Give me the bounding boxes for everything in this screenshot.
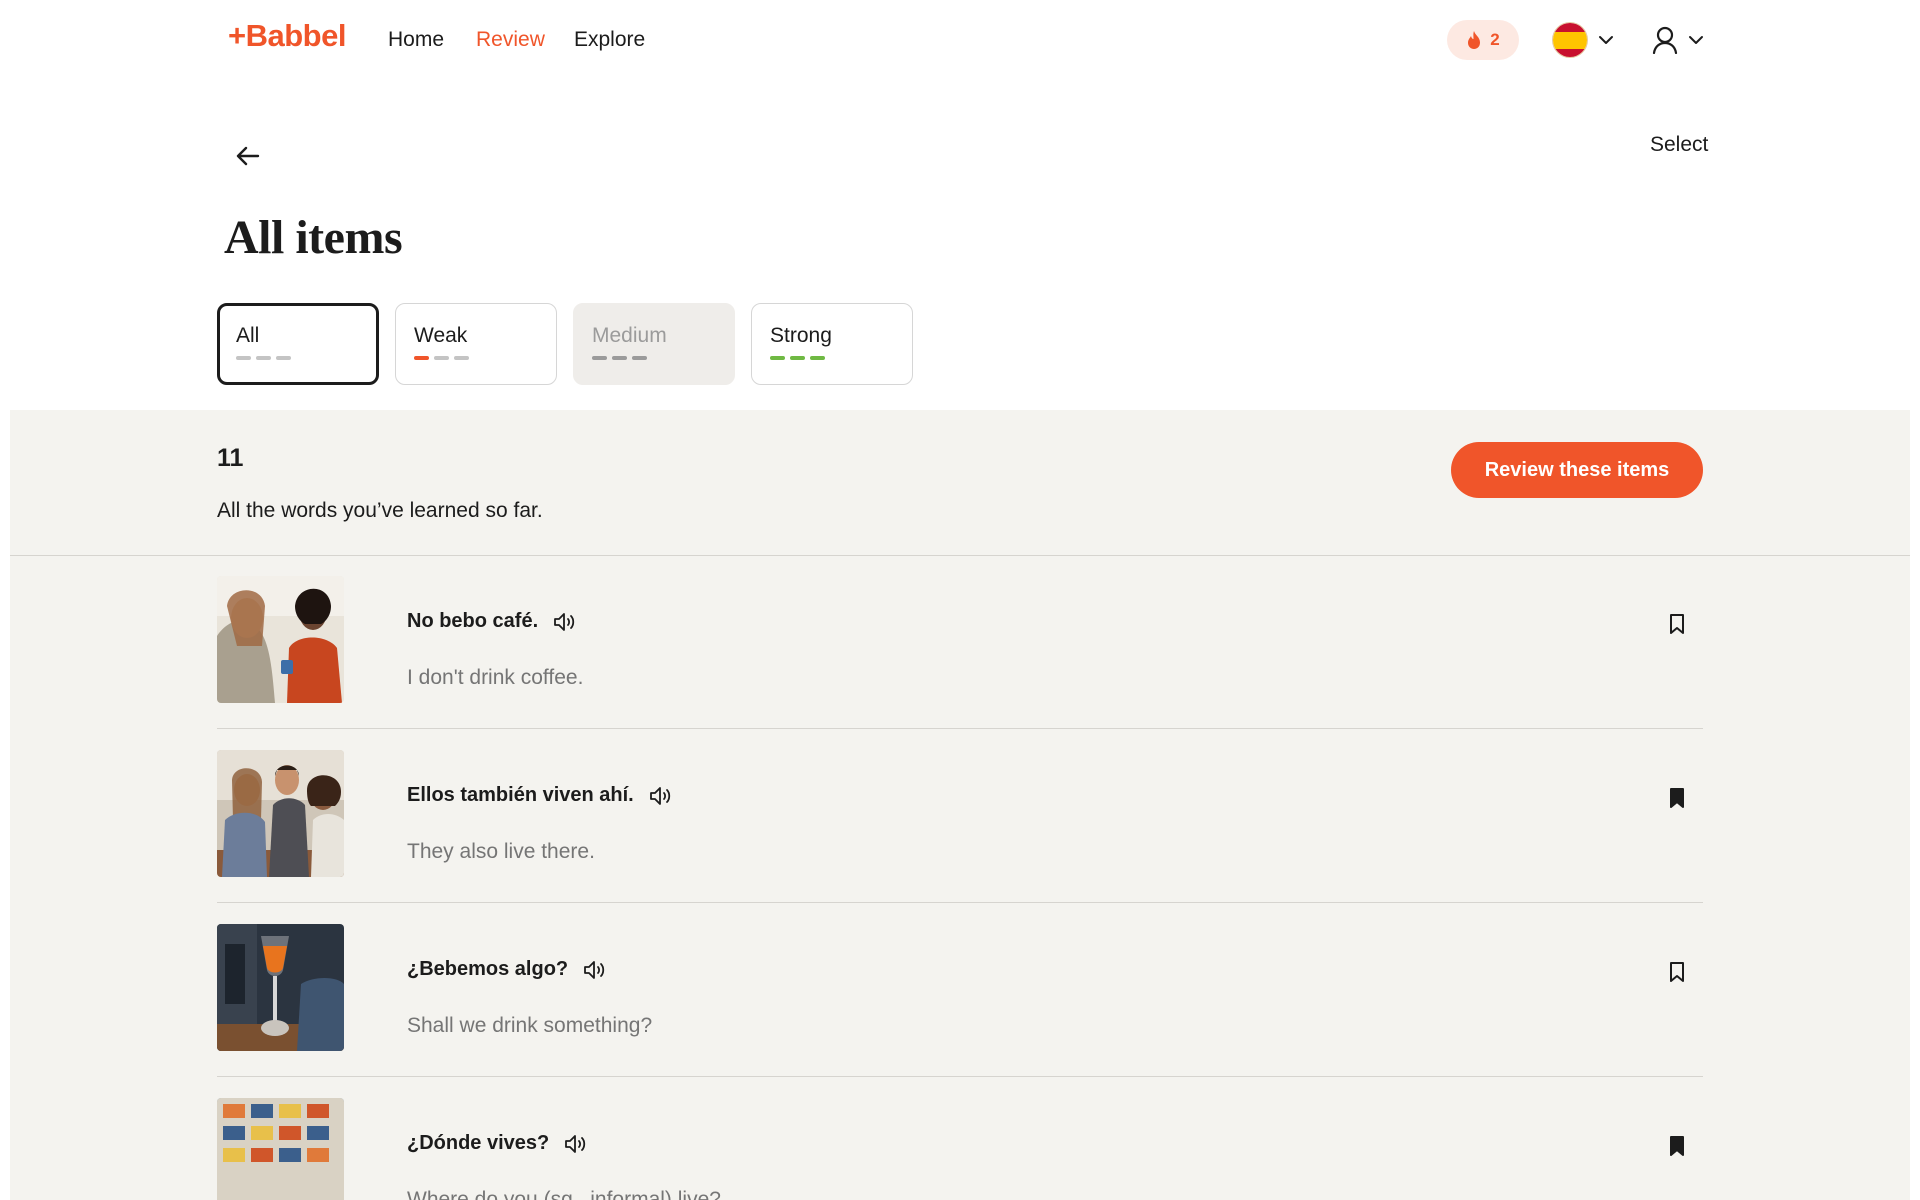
spain-flag-icon [1552,22,1588,58]
filter-label: Medium [592,324,667,347]
strength-indicator [414,356,556,360]
nav-explore[interactable]: Explore [574,28,645,52]
item-image [217,576,344,703]
streak-badge[interactable]: 2 [1447,20,1519,60]
filter-label: Weak [414,324,468,347]
filter-label: Strong [770,324,832,347]
item-image [217,750,344,877]
bookmark-filled-icon [1670,788,1684,808]
bookmark-button[interactable] [1665,958,1689,986]
item-image [217,924,344,1051]
bookmark-button[interactable] [1665,1132,1689,1160]
item-translation: They also live there. [407,840,595,863]
item-phrase: No bebo café. [407,610,578,633]
item-translation: Where do you (sg., informal) live? [407,1188,721,1200]
item-phrase: ¿Bebemos algo? [407,958,608,981]
items-description: All the words you’ve learned so far. [217,499,543,522]
phrase-text: ¿Bebemos algo? [407,958,569,980]
filter-label: All [236,324,260,347]
user-menu[interactable] [1652,20,1704,60]
bookmark-filled-icon [1670,1136,1684,1156]
strength-filter-group: All Weak Medium Strong [217,303,913,385]
chevron-down-icon [1599,36,1613,44]
page-title: All items [224,211,403,264]
filter-strong[interactable]: Strong [751,303,913,385]
user-icon [1652,26,1678,54]
phrase-text: No bebo café. [407,610,539,632]
phrase-text: ¿Dónde vives? [407,1132,550,1154]
divider [217,902,1703,903]
bookmark-outline-icon [1670,614,1684,634]
list-item: ¿Bebemos algo? Shall we drink something? [217,904,1703,1078]
list-item: No bebo café. I don't drink coffee. [217,556,1703,730]
item-translation: I don't drink coffee. [407,666,584,689]
flame-icon [1468,31,1481,49]
strength-indicator [592,356,734,360]
speaker-icon[interactable] [648,785,674,807]
item-image [217,1098,344,1200]
bookmark-button[interactable] [1665,784,1689,812]
bookmark-button[interactable] [1665,610,1689,638]
bookmark-outline-icon [1670,962,1684,982]
divider [217,1076,1703,1077]
back-button[interactable] [232,140,264,172]
arrow-left-icon [236,146,260,166]
filter-all[interactable]: All [217,303,379,385]
item-count: 11 [217,444,244,472]
filter-medium: Medium [573,303,735,385]
divider [217,728,1703,729]
strength-indicator [236,356,376,360]
phrase-text: Ellos también viven ahí. [407,784,634,806]
top-header: +Babbel Home Review Explore 2 [0,0,1920,80]
speaker-icon[interactable] [563,1133,589,1155]
speaker-icon[interactable] [582,959,608,981]
babbel-logo[interactable]: +Babbel [228,18,346,54]
strength-indicator [770,356,912,360]
item-phrase: ¿Dónde vives? [407,1132,589,1155]
item-translation: Shall we drink something? [407,1014,653,1037]
language-selector[interactable] [1552,20,1614,60]
nav-home[interactable]: Home [388,28,444,52]
review-items-button[interactable]: Review these items [1451,442,1703,498]
select-button[interactable]: Select [1650,133,1708,157]
filter-weak[interactable]: Weak [395,303,557,385]
streak-count: 2 [1490,30,1500,49]
chevron-down-icon [1689,36,1703,44]
item-phrase: Ellos también viven ahí. [407,784,674,807]
list-item: ¿Dónde vives? Where do you (sg., informa… [217,1078,1703,1200]
speaker-icon[interactable] [552,611,578,633]
nav-review[interactable]: Review [476,28,545,52]
list-item: Ellos también viven ahí. They also live … [217,730,1703,904]
